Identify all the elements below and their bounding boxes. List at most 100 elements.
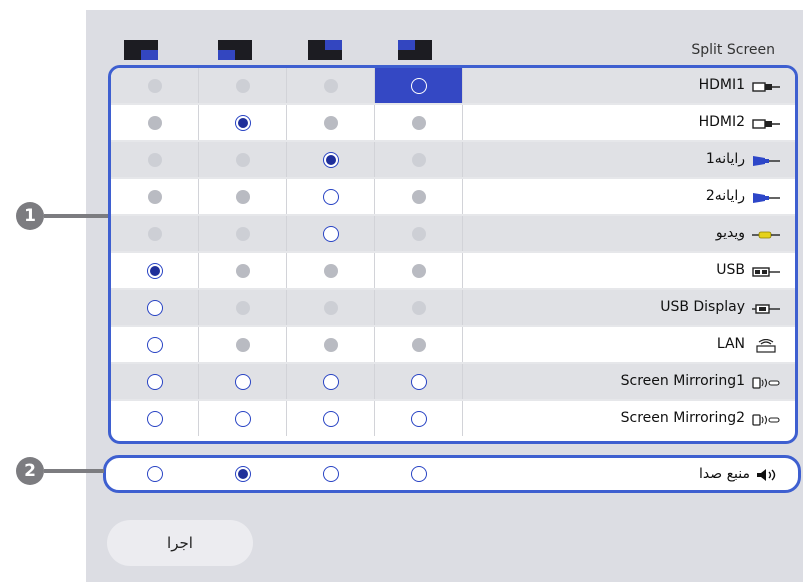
audio-cell-4 xyxy=(375,458,462,490)
source-row-7-cell-4 xyxy=(375,290,463,325)
source-row-10-radio-4[interactable] xyxy=(410,410,427,427)
source-row-10-cell-2 xyxy=(199,401,287,436)
source-row-5-radio-1 xyxy=(147,226,162,241)
source-row-3-cell-2 xyxy=(199,142,287,177)
source-row-10: Screen Mirroring2 xyxy=(111,401,795,436)
source-row-8-cell-2 xyxy=(199,327,287,362)
source-row-4-radio-1 xyxy=(147,189,162,204)
source-label: LAN xyxy=(716,336,745,352)
source-row-9-radio-1[interactable] xyxy=(146,373,163,390)
source-row-9-cell-3 xyxy=(287,364,375,399)
source-row-8-radio-4 xyxy=(411,337,426,352)
source-row-8-radio-3 xyxy=(323,337,338,352)
apply-button[interactable]: اجرا xyxy=(107,520,253,566)
audio-cell-3 xyxy=(287,458,374,490)
source-row-7-radio-1[interactable] xyxy=(146,299,163,316)
source-row-9-cell-2 xyxy=(199,364,287,399)
source-label: HDMI1 xyxy=(698,77,745,93)
source-row-5-cell-4 xyxy=(375,216,463,251)
source-label: ویدیو xyxy=(715,225,745,241)
rca-video-icon xyxy=(751,227,781,241)
source-row-7-cell-2 xyxy=(199,290,287,325)
source-row-10-cell-3 xyxy=(287,401,375,436)
source-label: رایانه2 xyxy=(705,188,745,204)
callout-leader-2 xyxy=(44,469,104,473)
screen-mirroring-icon xyxy=(751,375,781,389)
source-row-4-cell-4 xyxy=(375,179,463,214)
source-row-10-radio-1[interactable] xyxy=(146,410,163,427)
screen-mirroring-icon xyxy=(751,412,781,426)
source-row-9-radio-2[interactable] xyxy=(234,373,251,390)
source-row-10-cell-1 xyxy=(111,401,199,436)
audio-source-label: منبع صدا xyxy=(699,466,750,482)
source-row-2-cell-3 xyxy=(287,105,375,140)
source-row-2-radio-3 xyxy=(323,115,338,130)
source-row-1-cell-2 xyxy=(199,68,287,103)
source-row-5: ویدیو xyxy=(111,216,795,253)
source-row-8-cell-4 xyxy=(375,327,463,362)
source-row-9-cell-4 xyxy=(375,364,463,399)
source-row-3-radio-3[interactable] xyxy=(322,151,339,168)
source-row-2-radio-4 xyxy=(411,115,426,130)
source-row-6-radio-4 xyxy=(411,263,426,278)
usb-display-icon xyxy=(751,301,781,315)
source-row-4-cell-1 xyxy=(111,179,199,214)
source-row-7-radio-3 xyxy=(323,300,338,315)
source-row-1-radio-3 xyxy=(323,78,338,93)
audio-source-radio-2[interactable] xyxy=(234,466,251,482)
source-row-5-radio-4 xyxy=(411,226,426,241)
source-row-4-radio-2 xyxy=(235,189,250,204)
source-row-1-cell-1 xyxy=(111,68,199,103)
source-row-5-cell-3 xyxy=(287,216,375,251)
source-row-7: USB Display xyxy=(111,290,795,327)
audio-cell-1 xyxy=(111,458,198,490)
source-row-7-cell-3 xyxy=(287,290,375,325)
source-row-2-radio-1 xyxy=(147,115,162,130)
source-row-7-cell-1 xyxy=(111,290,199,325)
source-row-5-radio-3[interactable] xyxy=(322,225,339,242)
source-row-4-radio-3[interactable] xyxy=(322,188,339,205)
source-row-8-radio-1[interactable] xyxy=(146,336,163,353)
source-row-3-cell-1 xyxy=(111,142,199,177)
audio-source-radio-1[interactable] xyxy=(146,466,163,482)
source-row-9-radio-3[interactable] xyxy=(322,373,339,390)
hdmi-icon xyxy=(751,79,781,93)
audio-source-radio-3[interactable] xyxy=(322,466,339,482)
source-row-1: HDMI1 xyxy=(111,68,795,105)
source-row-10-radio-2[interactable] xyxy=(234,410,251,427)
layout-bottom-left-icon xyxy=(218,40,252,60)
source-row-1-radio-2 xyxy=(235,78,250,93)
source-row-6-radio-3 xyxy=(323,263,338,278)
source-row-1-cell-4 xyxy=(375,68,463,103)
source-row-2: HDMI2 xyxy=(111,105,795,142)
source-label: USB xyxy=(716,262,745,278)
source-row-3-cell-4 xyxy=(375,142,463,177)
source-row-6-cell-1 xyxy=(111,253,199,288)
audio-source-radio-4[interactable] xyxy=(410,466,427,482)
source-row-9-radio-4[interactable] xyxy=(410,373,427,390)
source-row-7-radio-2 xyxy=(235,300,250,315)
source-row-10-cell-4 xyxy=(375,401,463,436)
source-row-1-cell-3 xyxy=(287,68,375,103)
source-row-8-cell-1 xyxy=(111,327,199,362)
source-row-1-radio-1 xyxy=(147,78,162,93)
layout-bottom-right-icon xyxy=(124,40,158,60)
source-row-5-cell-2 xyxy=(199,216,287,251)
source-row-10-radio-3[interactable] xyxy=(322,410,339,427)
source-label: رایانه1 xyxy=(705,151,745,167)
source-row-5-cell-1 xyxy=(111,216,199,251)
source-row-8: LAN xyxy=(111,327,795,364)
vga-icon xyxy=(751,153,781,167)
source-row-8-radio-2 xyxy=(235,337,250,352)
source-row-7-radio-4 xyxy=(411,300,426,315)
source-row-6-cell-2 xyxy=(199,253,287,288)
source-row-2-cell-2 xyxy=(199,105,287,140)
source-row-1-radio-4[interactable] xyxy=(410,77,427,94)
source-row-6-cell-3 xyxy=(287,253,375,288)
source-row-6-radio-1[interactable] xyxy=(146,262,163,279)
layout-top-right-icon xyxy=(308,40,342,60)
source-row-2-cell-4 xyxy=(375,105,463,140)
source-row-3-radio-2 xyxy=(235,152,250,167)
source-row-3-radio-1 xyxy=(147,152,162,167)
source-row-2-radio-2[interactable] xyxy=(234,114,251,131)
